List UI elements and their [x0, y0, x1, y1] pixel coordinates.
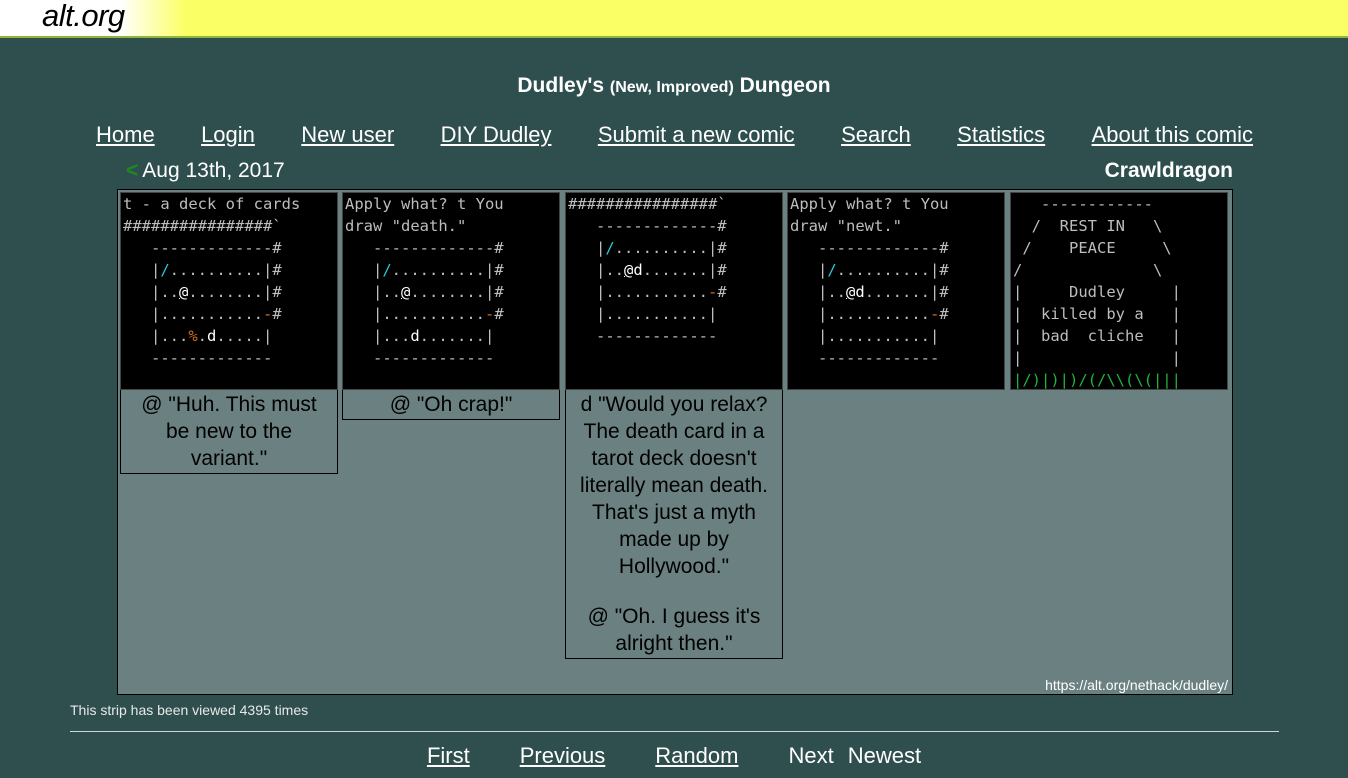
nav-diy-dudley[interactable]: DIY Dudley	[441, 122, 552, 148]
previous-strip-link[interactable]: Previous	[520, 743, 606, 769]
strip-author[interactable]: Crawldragon	[1105, 159, 1233, 183]
nav-home[interactable]: Home	[96, 122, 155, 148]
nav-about[interactable]: About this comic	[1092, 122, 1253, 148]
panel-4-screen: Apply what? t You draw "newt." ---------…	[787, 192, 1005, 390]
panel-3-screen: ################` -------------# |/.....…	[565, 192, 783, 390]
panel-1-screen: t - a deck of cards ################` --…	[120, 192, 338, 390]
panel-4: Apply what? t You draw "newt." ---------…	[787, 192, 1005, 390]
panel-2: Apply what? t You draw "death." --------…	[342, 192, 560, 420]
caption-text: @ "Oh crap!"	[389, 393, 513, 416]
title-part-2: Dungeon	[739, 74, 831, 97]
previous-strip-arrow[interactable]: <	[126, 159, 138, 182]
divider	[70, 731, 1279, 732]
panel-1: t - a deck of cards ################` --…	[120, 192, 338, 474]
strip-date: Aug 13th, 2017	[142, 159, 285, 182]
nav-search[interactable]: Search	[841, 122, 911, 148]
strip-navigation: First Previous Random Next Newest	[0, 743, 1348, 769]
main-nav: Home Login New user DIY Dudley Submit a …	[96, 122, 1253, 148]
comic-title: Dudley's (New, Improved) Dungeon	[0, 74, 1348, 98]
panel-1-caption: @ "Huh. This must be new to the variant.…	[120, 390, 338, 474]
nav-new-user[interactable]: New user	[301, 122, 394, 148]
site-logo[interactable]: alt.org	[42, 0, 125, 34]
title-part-1: Dudley's	[517, 74, 605, 97]
panel-3-caption: d "Would you relax? The death card in a …	[565, 390, 783, 659]
view-count: This strip has been viewed 4395 times	[70, 702, 309, 718]
title-paren: (New, Improved)	[609, 79, 734, 96]
caption-text: @ "Huh. This must be new to the variant.…	[141, 393, 317, 470]
newest-strip-label: Newest	[847, 743, 922, 768]
caption-text: d "Would you relax? The death card in a …	[580, 393, 768, 578]
nav-statistics[interactable]: Statistics	[957, 122, 1045, 148]
strip-url: https://alt.org/nethack/dudley/	[1045, 677, 1228, 693]
panel-2-caption: @ "Oh crap!"	[342, 390, 560, 420]
strip-date-row: < Aug 13th, 2017	[126, 159, 285, 183]
header-bar: alt.org	[0, 0, 1348, 38]
panel-5: ------------ / REST IN \ / PEACE \ / \ |…	[1010, 192, 1228, 390]
next-strip-label: Next	[788, 743, 834, 768]
comic-strip: t - a deck of cards ################` --…	[117, 189, 1233, 695]
panel-2-screen: Apply what? t You draw "death." --------…	[342, 192, 560, 390]
random-strip-link[interactable]: Random	[655, 743, 738, 769]
panel-3: ################` -------------# |/.....…	[565, 192, 783, 659]
caption-text: @ "Oh. I guess it's alright then."	[587, 605, 761, 655]
panel-5-screen: ------------ / REST IN \ / PEACE \ / \ |…	[1010, 192, 1228, 390]
first-strip-link[interactable]: First	[427, 743, 470, 769]
nav-login[interactable]: Login	[201, 122, 255, 148]
nav-submit-comic[interactable]: Submit a new comic	[598, 122, 795, 148]
